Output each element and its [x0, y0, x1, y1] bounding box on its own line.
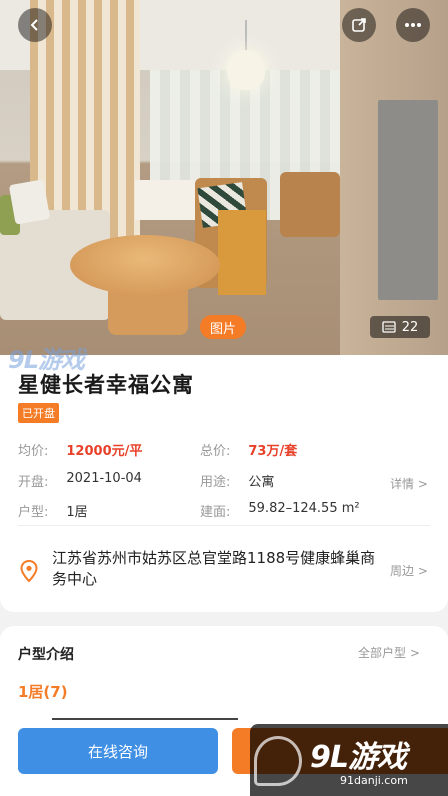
chevron-left-icon: [30, 19, 38, 31]
watermark-mark-icon: [254, 736, 302, 786]
total-price-label: 总价:: [200, 444, 231, 459]
avg-price-label: 均价:: [18, 444, 49, 459]
hero-photo[interactable]: [0, 0, 448, 356]
photo-pendant-lamp: [227, 50, 265, 90]
photo-chair-back: [280, 172, 340, 237]
avg-price-row: 均价: 12000元/平: [18, 440, 142, 459]
details-link[interactable]: 详情 >: [390, 475, 428, 492]
unit-types-heading: 户型介绍: [18, 647, 74, 663]
divider: [18, 525, 430, 526]
status-badge: 已开盘: [18, 403, 59, 423]
address-text[interactable]: 江苏省苏州市姑苏区总官堂路1188号健康蜂巢商务中心: [52, 548, 377, 590]
photo-fridge: [378, 100, 438, 300]
more-button[interactable]: [396, 8, 430, 42]
open-date-label: 开盘:: [18, 475, 49, 490]
usage-row: 用途: 公寓: [200, 471, 274, 490]
online-consult-button[interactable]: 在线咨询: [18, 728, 218, 774]
photo-pillow-white: [8, 179, 51, 225]
watermark-logo: 9L游戏: [310, 740, 407, 775]
listing-info-card: 星健长者幸福公寓 已开盘 均价: 12000元/平 总价: 73万/套 开盘: …: [0, 355, 448, 612]
location-pin-icon: [20, 560, 38, 582]
photo-count-badge[interactable]: 22: [370, 316, 430, 338]
back-button[interactable]: [18, 8, 52, 42]
photo-count-value: 22: [401, 319, 419, 335]
avg-price-value: 12000元/平: [66, 444, 143, 459]
watermark-url: 91danji.com: [340, 774, 408, 787]
area-row: 建面: 59.82–124.55 m²: [200, 501, 360, 520]
unit-tab-1br[interactable]: 1居(7): [18, 681, 68, 702]
layout-value: 1居: [66, 505, 88, 520]
all-unit-types-link[interactable]: 全部户型 >: [358, 644, 420, 661]
layout-label: 户型:: [18, 505, 49, 520]
image-icon: [382, 321, 396, 333]
share-icon: [352, 18, 366, 32]
photo-blanket: [218, 210, 266, 295]
photo-category-tag[interactable]: 图片: [200, 315, 246, 339]
photo-coffee-table: [70, 235, 220, 295]
open-date-value: 2021-10-04: [66, 471, 142, 486]
share-button[interactable]: [342, 8, 376, 42]
watermark-corner: 9L游戏 91danji.com: [250, 724, 448, 796]
more-dots-icon: [405, 23, 421, 27]
area-label: 建面:: [200, 505, 231, 520]
total-price-value: 73万/套: [248, 444, 298, 459]
open-date-row: 开盘: 2021-10-04: [18, 471, 142, 490]
total-price-row: 总价: 73万/套: [200, 440, 297, 459]
area-value: 59.82–124.55 m²: [248, 501, 360, 516]
watermark-logo-top: 9L游戏: [8, 346, 85, 374]
usage-value: 公寓: [248, 475, 275, 490]
nearby-link[interactable]: 周边 >: [390, 562, 428, 579]
layout-row: 户型: 1居: [18, 501, 88, 520]
usage-label: 用途:: [200, 475, 231, 490]
photo-lamp-cord: [245, 20, 247, 52]
